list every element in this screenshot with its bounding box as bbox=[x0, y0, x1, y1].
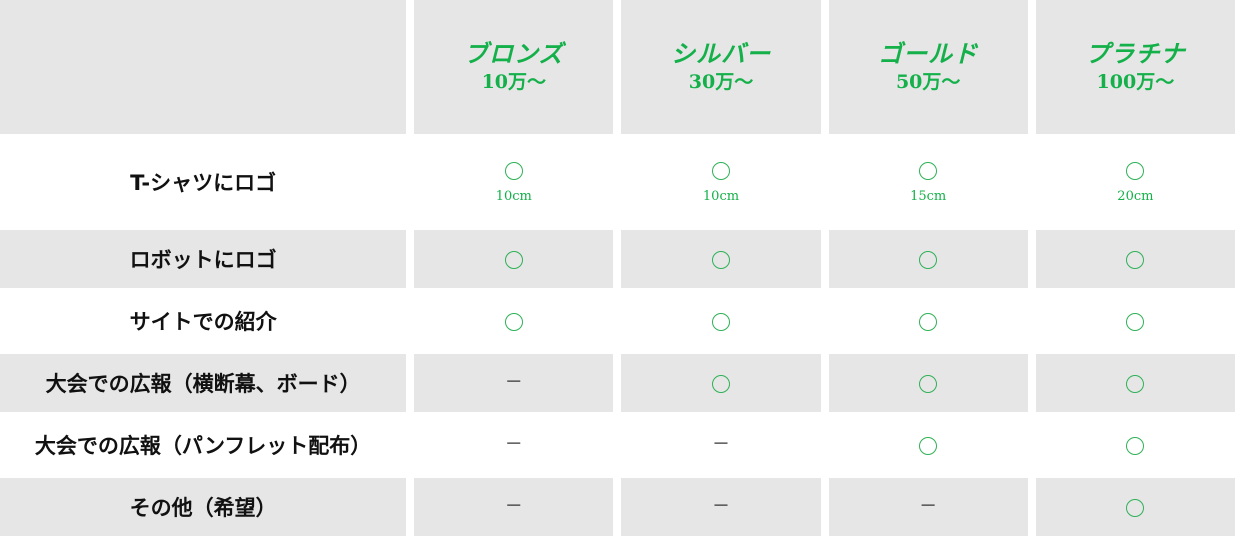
tier-price: 50万〜 bbox=[895, 71, 961, 93]
included-circle-icon bbox=[711, 161, 730, 180]
included-circle-icon bbox=[1126, 250, 1145, 269]
not-included-dash-icon: － bbox=[504, 434, 523, 455]
sponsor-tier-table: ブロンズ 10万〜 シルバー 30万〜 ゴールド 50万〜 プラチナ 100万〜… bbox=[0, 0, 1243, 540]
benefit-cell: － bbox=[414, 416, 614, 474]
benefit-cell bbox=[621, 292, 821, 350]
benefit-cell bbox=[414, 292, 614, 350]
benefit-label-cell: その他（希望） bbox=[0, 478, 407, 536]
benefit-cell: 10cm bbox=[621, 138, 821, 226]
benefit-cell: 10cm bbox=[414, 138, 614, 226]
benefit-cell: － bbox=[621, 416, 821, 474]
benefit-cell: － bbox=[828, 478, 1028, 536]
not-included-dash-icon: － bbox=[711, 434, 730, 455]
benefit-label: 大会での広報（横断幕、ボード） bbox=[45, 372, 361, 396]
size-note: 10cm bbox=[495, 188, 532, 204]
benefit-cell: 15cm bbox=[828, 138, 1028, 226]
included-circle-icon bbox=[1126, 161, 1145, 180]
included-circle-icon bbox=[919, 436, 938, 455]
benefit-label: その他（希望） bbox=[129, 496, 277, 520]
benefit-row-event-banner: 大会での広報（横断幕、ボード） － bbox=[0, 354, 1235, 412]
included-circle-icon bbox=[919, 161, 938, 180]
header-row: ブロンズ 10万〜 シルバー 30万〜 ゴールド 50万〜 プラチナ 100万〜 bbox=[0, 0, 1235, 134]
benefit-label-cell: T-シャツにロゴ bbox=[0, 138, 407, 226]
benefit-cell: － bbox=[621, 478, 821, 536]
benefit-cell bbox=[828, 354, 1028, 412]
tier-header-platinum: プラチナ 100万〜 bbox=[1035, 0, 1235, 134]
included-circle-icon bbox=[919, 312, 938, 331]
tier-name: プラチナ bbox=[1085, 40, 1186, 68]
not-included-dash-icon: － bbox=[504, 496, 523, 517]
benefit-cell bbox=[1035, 354, 1235, 412]
benefit-cell: － bbox=[414, 354, 614, 412]
included-circle-icon bbox=[504, 161, 523, 180]
benefit-cell bbox=[828, 292, 1028, 350]
benefit-label: 大会での広報（パンフレット配布） bbox=[34, 434, 372, 458]
benefit-label-cell: ロボットにロゴ bbox=[0, 230, 407, 288]
benefit-cell bbox=[828, 416, 1028, 474]
tier-name: ゴールド bbox=[878, 40, 979, 68]
benefit-row-other: その他（希望） － － － bbox=[0, 478, 1235, 536]
tier-header-gold: ゴールド 50万〜 bbox=[828, 0, 1028, 134]
not-included-dash-icon: － bbox=[504, 372, 523, 393]
included-circle-icon bbox=[504, 250, 523, 269]
benefit-row-event-pamphlet: 大会での広報（パンフレット配布） － － bbox=[0, 416, 1235, 474]
tier-header-bronze: ブロンズ 10万〜 bbox=[414, 0, 614, 134]
benefit-label-cell: サイトでの紹介 bbox=[0, 292, 407, 350]
included-circle-icon bbox=[504, 312, 523, 331]
tier-price: 100万〜 bbox=[1096, 71, 1175, 93]
included-circle-icon bbox=[711, 250, 730, 269]
benefit-cell: 20cm bbox=[1035, 138, 1235, 226]
tier-price: 10万〜 bbox=[481, 71, 547, 93]
benefit-label: T-シャツにロゴ bbox=[130, 171, 277, 195]
not-included-dash-icon: － bbox=[711, 496, 730, 517]
benefit-label-cell: 大会での広報（パンフレット配布） bbox=[0, 416, 407, 474]
not-included-dash-icon: － bbox=[919, 496, 938, 517]
tier-price: 30万〜 bbox=[688, 71, 754, 93]
tier-header-silver: シルバー 30万〜 bbox=[621, 0, 821, 134]
included-circle-icon bbox=[711, 374, 730, 393]
tier-name: シルバー bbox=[670, 40, 771, 68]
benefit-row-site-intro: サイトでの紹介 bbox=[0, 292, 1235, 350]
benefit-cell bbox=[1035, 230, 1235, 288]
included-circle-icon bbox=[1126, 498, 1145, 517]
included-circle-icon bbox=[919, 250, 938, 269]
benefit-row-tshirt-logo: T-シャツにロゴ 10cm 10cm 15cm 20cm bbox=[0, 138, 1235, 226]
size-note: 10cm bbox=[702, 188, 740, 204]
benefit-label: サイトでの紹介 bbox=[129, 310, 277, 334]
benefit-label-cell: 大会での広報（横断幕、ボード） bbox=[0, 354, 407, 412]
benefit-row-robot-logo: ロボットにロゴ bbox=[0, 230, 1235, 288]
benefit-cell bbox=[1035, 416, 1235, 474]
benefit-cell bbox=[1035, 292, 1235, 350]
tier-name: ブロンズ bbox=[464, 40, 564, 68]
benefit-cell bbox=[621, 230, 821, 288]
header-corner-cell bbox=[0, 0, 407, 134]
benefit-cell bbox=[828, 230, 1028, 288]
benefit-cell bbox=[621, 354, 821, 412]
benefit-label: ロボットにロゴ bbox=[129, 248, 277, 272]
size-note: 15cm bbox=[910, 188, 947, 204]
included-circle-icon bbox=[711, 312, 730, 331]
benefit-cell bbox=[414, 230, 614, 288]
benefit-cell: － bbox=[414, 478, 614, 536]
included-circle-icon bbox=[919, 374, 938, 393]
benefit-cell bbox=[1035, 478, 1235, 536]
size-note: 20cm bbox=[1117, 188, 1154, 204]
included-circle-icon bbox=[1126, 312, 1145, 331]
included-circle-icon bbox=[1126, 374, 1145, 393]
included-circle-icon bbox=[1126, 436, 1145, 455]
